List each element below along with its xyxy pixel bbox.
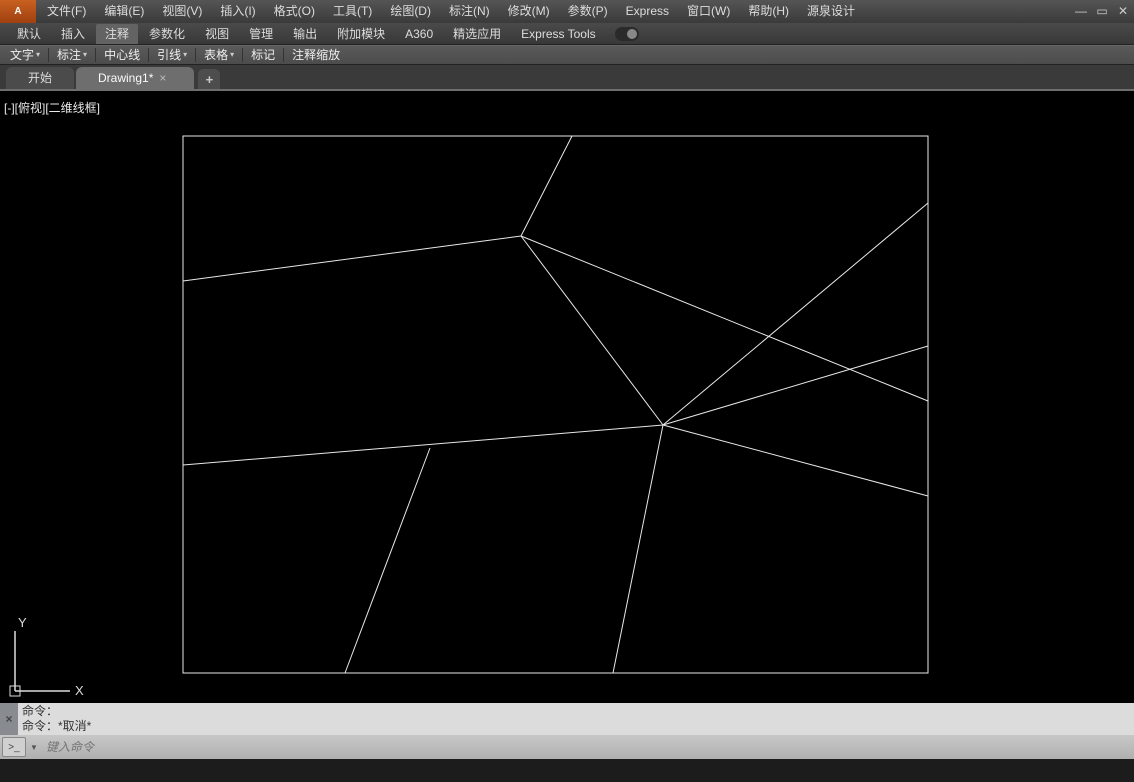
window-controls: — ▭ ✕: [1072, 0, 1132, 22]
panel-separator: [48, 48, 49, 62]
drawing-line[interactable]: [183, 236, 521, 281]
ribbon-tab-apps[interactable]: 精选应用: [444, 24, 510, 44]
panel-separator: [283, 48, 284, 62]
ribbon-tab-view[interactable]: 视图: [196, 24, 238, 44]
command-prompt-icon[interactable]: >_: [2, 737, 26, 757]
ucs-y-label: Y: [18, 615, 27, 630]
ribbon-tab-default[interactable]: 默认: [8, 24, 50, 44]
command-close-icon[interactable]: ×: [0, 703, 18, 735]
panel-label: 注释缩放: [292, 46, 340, 64]
ribbon-tab-insert[interactable]: 插入: [52, 24, 94, 44]
drawing-canvas[interactable]: XY: [0, 91, 1134, 703]
ribbon-toggle-icon[interactable]: [615, 27, 639, 41]
panel-label: 标记: [251, 46, 275, 64]
chevron-down-icon: ▾: [230, 46, 234, 64]
minimize-icon[interactable]: —: [1072, 3, 1090, 19]
panel-markup[interactable]: 标记: [247, 46, 279, 64]
drawing-line[interactable]: [663, 346, 928, 425]
menu-view[interactable]: 视图(V): [153, 0, 211, 23]
document-tab-bar: 开始 Drawing1* × +: [0, 65, 1134, 91]
command-line: 命令：: [22, 704, 1134, 719]
menu-express[interactable]: Express: [617, 0, 678, 23]
doc-tab-start[interactable]: 开始: [6, 67, 74, 89]
command-line: 命令：*取消*: [22, 719, 1134, 734]
ribbon-tab-a360[interactable]: A360: [396, 24, 442, 44]
menu-file[interactable]: 文件(F): [38, 0, 95, 23]
chevron-down-icon: ▾: [36, 46, 40, 64]
menu-draw[interactable]: 绘图(D): [381, 0, 440, 23]
drawing-line[interactable]: [663, 203, 928, 425]
chevron-down-icon: ▾: [183, 46, 187, 64]
menu-bar: A 文件(F) 编辑(E) 视图(V) 插入(I) 格式(O) 工具(T) 绘图…: [0, 0, 1134, 23]
command-input[interactable]: [44, 737, 1134, 757]
menu-param[interactable]: 参数(P): [559, 0, 617, 23]
command-lines: 命令： 命令：*取消*: [22, 703, 1134, 735]
new-tab-button[interactable]: +: [198, 69, 220, 89]
panel-centerline[interactable]: 中心线: [100, 46, 144, 64]
drawing-boundary[interactable]: [183, 136, 928, 673]
restore-icon[interactable]: ▭: [1093, 3, 1111, 19]
panel-separator: [242, 48, 243, 62]
menu-insert[interactable]: 插入(I): [211, 0, 264, 23]
menu-yq[interactable]: 源泉设计: [798, 0, 864, 23]
panel-label: 中心线: [104, 46, 140, 64]
panel-label: 表格: [204, 46, 228, 64]
menu-dim[interactable]: 标注(N): [440, 0, 499, 23]
drawing-line[interactable]: [521, 236, 928, 401]
panel-bar: 文字 ▾ 标注 ▾ 中心线 引线 ▾ 表格 ▾ 标记 注释缩放: [0, 45, 1134, 65]
panel-label: 引线: [157, 46, 181, 64]
menu-edit[interactable]: 编辑(E): [95, 0, 153, 23]
drawing-line[interactable]: [521, 136, 572, 236]
command-input-row: >_ ▼: [0, 735, 1134, 759]
ucs-icon[interactable]: XY: [10, 615, 84, 698]
drawing-line[interactable]: [345, 448, 430, 673]
panel-dim[interactable]: 标注 ▾: [53, 46, 91, 64]
close-icon[interactable]: ✕: [1114, 3, 1132, 19]
panel-separator: [148, 48, 149, 62]
panel-separator: [95, 48, 96, 62]
drawing-line[interactable]: [183, 425, 663, 465]
ribbon-tab-addin[interactable]: 附加模块: [328, 24, 394, 44]
tab-close-icon[interactable]: ×: [159, 67, 166, 89]
chevron-down-icon[interactable]: ▼: [28, 738, 40, 756]
ribbon-tab-param[interactable]: 参数化: [140, 24, 194, 44]
doc-tab-label: 开始: [28, 67, 52, 89]
panel-annoscale[interactable]: 注释缩放: [288, 46, 344, 64]
drawing-viewport[interactable]: [-][俯视][二维线框] XY: [0, 91, 1134, 703]
panel-label: 标注: [57, 46, 81, 64]
menu-tools[interactable]: 工具(T): [324, 0, 381, 23]
ribbon-tab-annotate[interactable]: 注释: [96, 24, 138, 44]
panel-table[interactable]: 表格 ▾: [200, 46, 238, 64]
app-icon[interactable]: A: [0, 0, 36, 23]
panel-leader[interactable]: 引线 ▾: [153, 46, 191, 64]
chevron-down-icon: ▾: [83, 46, 87, 64]
ribbon-tab-output[interactable]: 输出: [284, 24, 326, 44]
ucs-x-label: X: [75, 683, 84, 698]
doc-tab-drawing1[interactable]: Drawing1* ×: [76, 67, 194, 89]
panel-label: 文字: [10, 46, 34, 64]
drawing-line[interactable]: [613, 425, 663, 673]
menu-help[interactable]: 帮助(H): [739, 0, 798, 23]
ribbon-tab-manage[interactable]: 管理: [240, 24, 282, 44]
ribbon-tab-express[interactable]: Express Tools: [512, 24, 604, 44]
menu-window[interactable]: 窗口(W): [678, 0, 739, 23]
panel-text[interactable]: 文字 ▾: [6, 46, 44, 64]
menu-modify[interactable]: 修改(M): [499, 0, 559, 23]
drawing-line[interactable]: [663, 425, 928, 496]
doc-tab-label: Drawing1*: [98, 67, 153, 89]
panel-separator: [195, 48, 196, 62]
ribbon-tab-bar: 默认 插入 注释 参数化 视图 管理 输出 附加模块 A360 精选应用 Exp…: [0, 23, 1134, 45]
command-history: × 命令： 命令：*取消*: [0, 703, 1134, 735]
menu-format[interactable]: 格式(O): [265, 0, 324, 23]
